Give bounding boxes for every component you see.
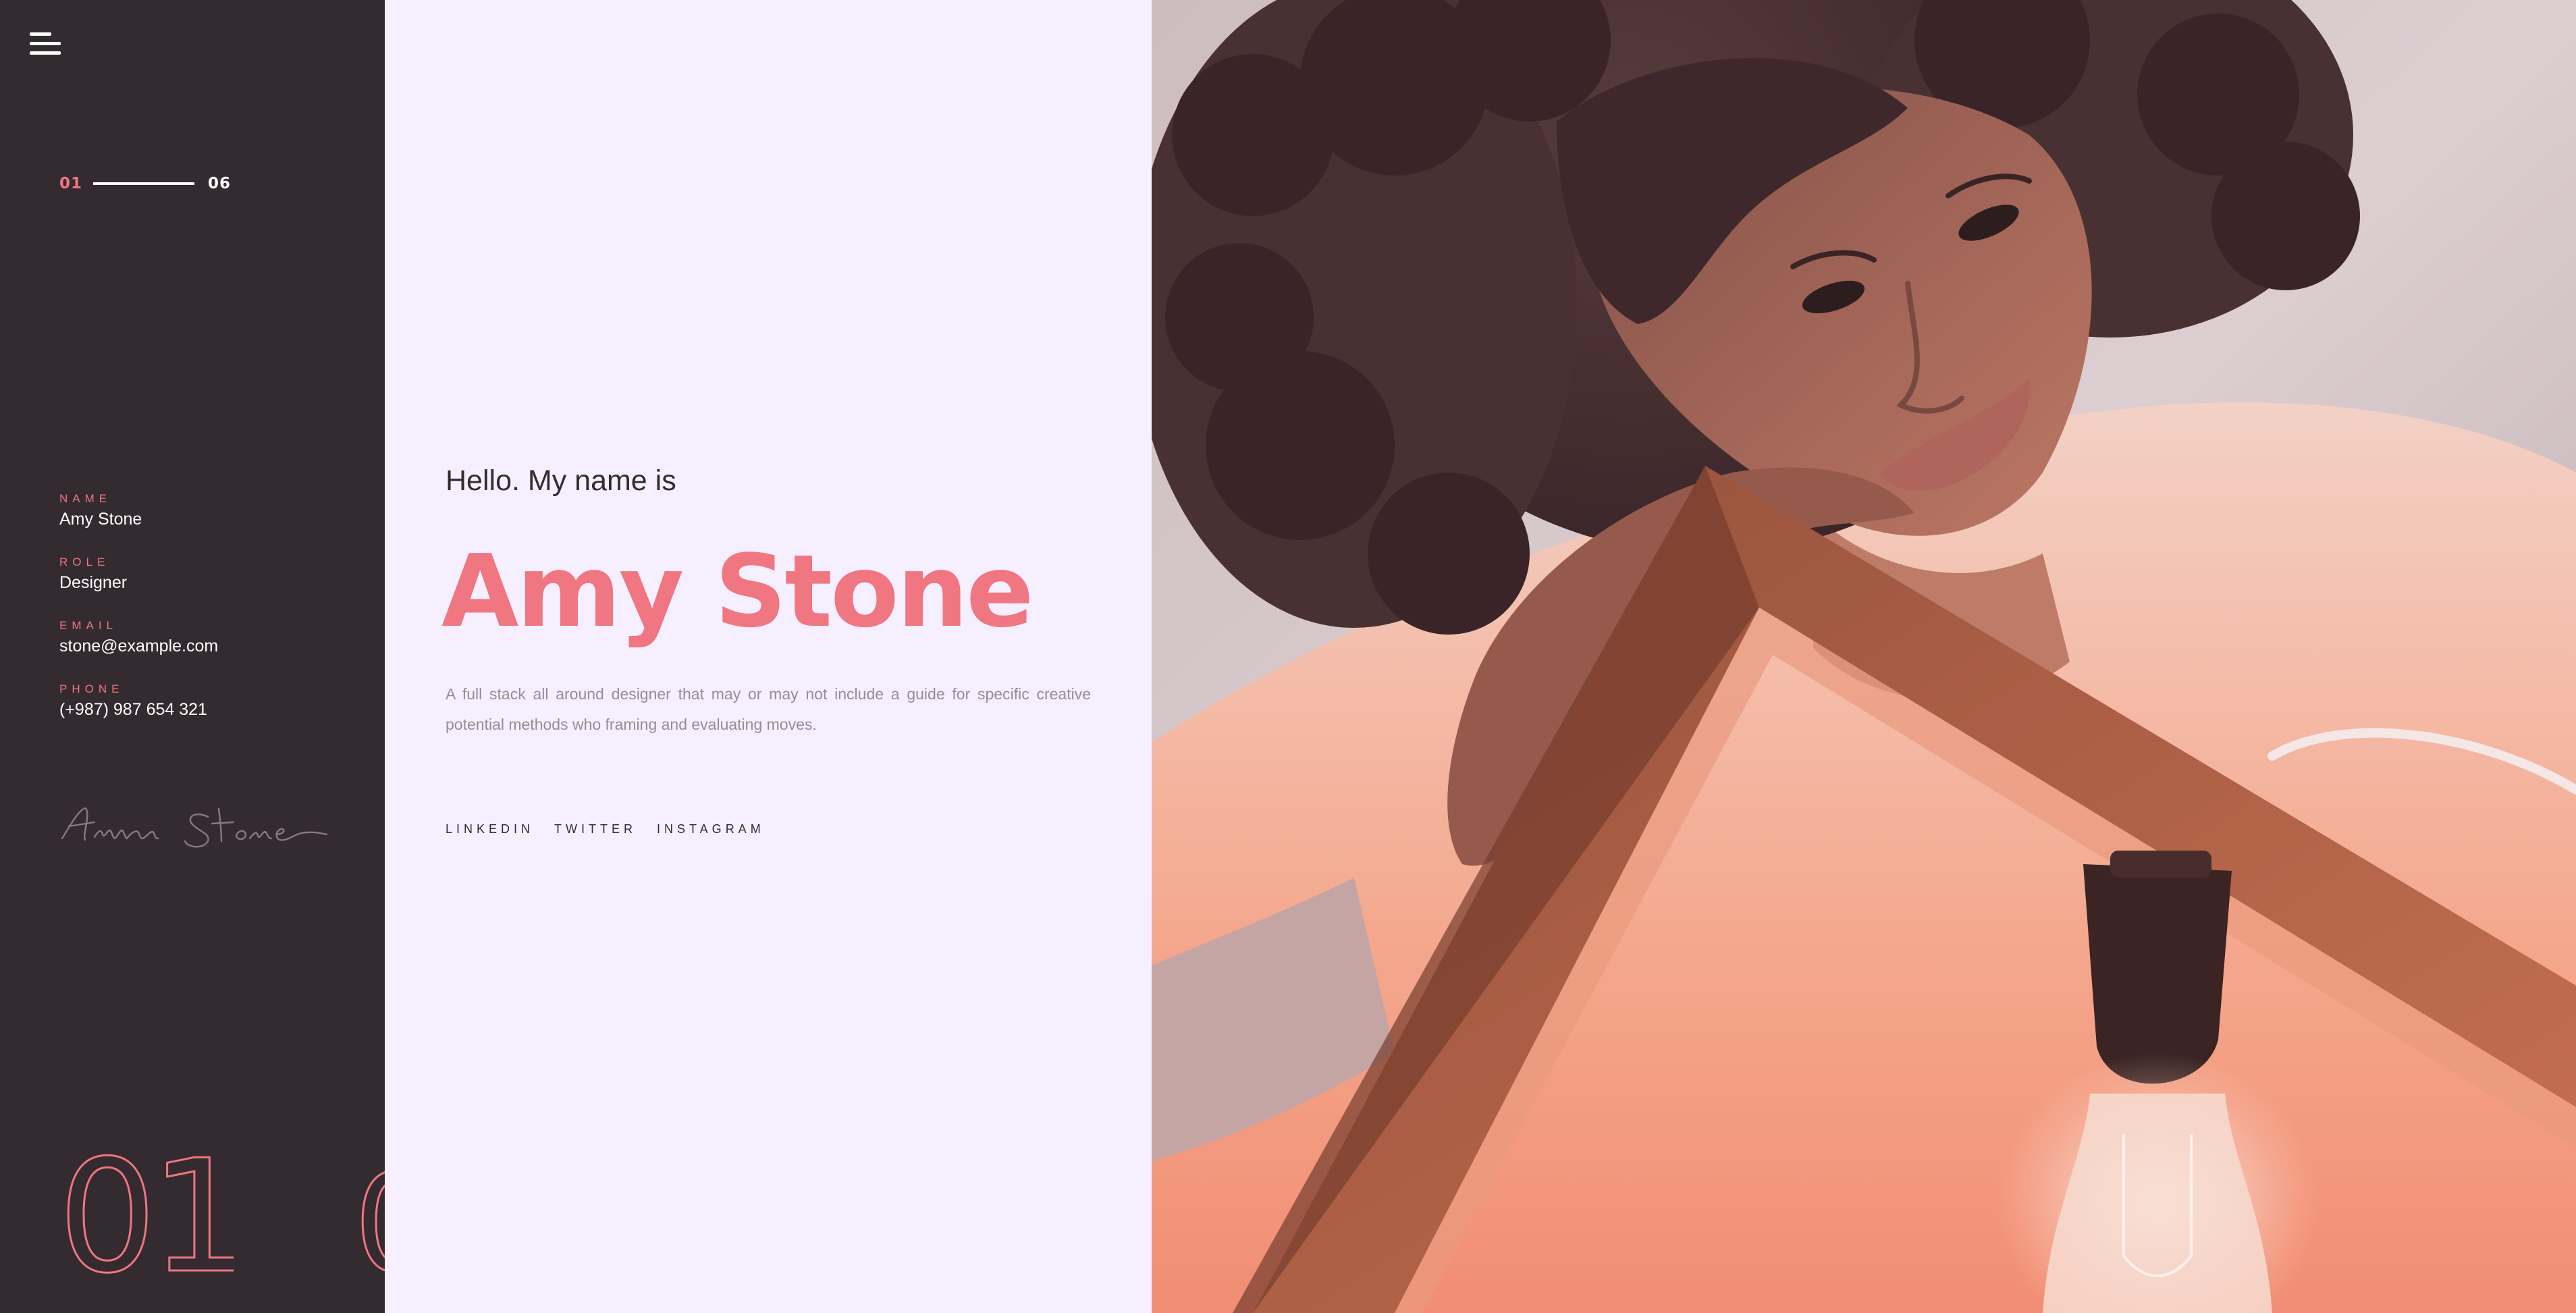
- social-link-twitter[interactable]: TWITTER: [554, 822, 637, 836]
- pager-current: 01: [59, 175, 83, 192]
- info-value: (+987) 987 654 321: [59, 700, 207, 719]
- info-value: Designer: [59, 573, 128, 592]
- slide-number: 01: [58, 1141, 234, 1283]
- info-role: ROLE Designer: [59, 555, 218, 594]
- portrait-image: [1152, 0, 2576, 1313]
- menu-icon-line: [30, 51, 61, 55]
- contact-info: NAME Amy Stone ROLE Designer EMAIL stone…: [59, 491, 218, 745]
- social-link-instagram[interactable]: INSTAGRAM: [657, 822, 765, 836]
- info-phone: PHONE (+987) 987 654 321: [59, 682, 218, 721]
- slide-number-text: 01: [58, 1141, 234, 1283]
- pager-progress-line: [93, 182, 195, 185]
- signature-image: [61, 807, 328, 848]
- pager-total: 06: [208, 175, 232, 192]
- info-label: PHONE: [59, 682, 124, 695]
- page: 01 06 NAME Amy Stone ROLE Designer EMAIL…: [0, 0, 2576, 1313]
- social-link-linkedin[interactable]: LINKEDIN: [446, 822, 534, 836]
- greeting-text: Hello. My name is: [446, 464, 676, 497]
- info-value: stone@example.com: [59, 637, 219, 655]
- social-links: LINKEDIN TWITTER INSTAGRAM: [446, 822, 765, 836]
- info-value: Amy Stone: [59, 510, 142, 529]
- hero-description: A full stack all around designer that ma…: [446, 685, 1091, 733]
- menu-icon-line: [30, 42, 61, 45]
- info-label: ROLE: [59, 556, 110, 568]
- portrait-photo: [1152, 0, 2576, 1313]
- menu-icon[interactable]: [30, 32, 62, 55]
- info-name: NAME Amy Stone: [59, 491, 218, 531]
- slide-pager: 01 06: [59, 173, 231, 194]
- info-label: EMAIL: [59, 619, 118, 632]
- info-label: NAME: [59, 492, 112, 505]
- menu-icon-line: [30, 32, 51, 36]
- info-email: EMAIL stone@example.com: [59, 618, 218, 658]
- sidebar: 01 06 NAME Amy Stone ROLE Designer EMAIL…: [0, 0, 385, 1313]
- hero-name: Amy Stone: [441, 533, 1034, 649]
- hero-content: Hello. My name is Amy Stone A full stack…: [385, 0, 1152, 1313]
